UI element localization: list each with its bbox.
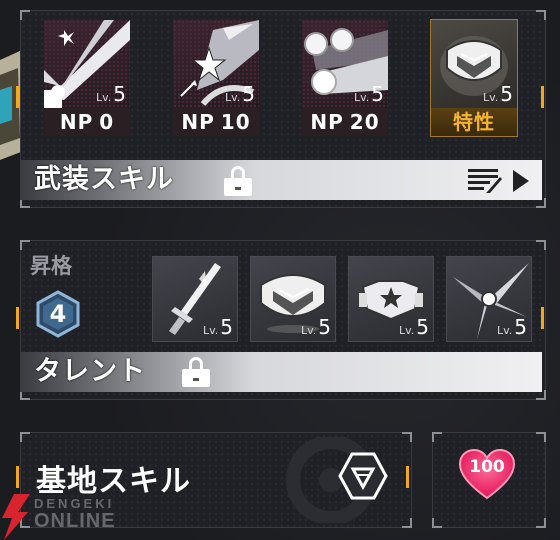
skill-level: Lv. 5 [353,82,384,106]
panel-left-marker [16,86,19,108]
panel-right-marker [541,86,544,108]
talent-card[interactable]: Lv. 5 [152,256,238,342]
affection-value: 100 [469,457,505,477]
trait-label: 特性 [431,108,517,136]
weapon-skill-card-np20[interactable]: Lv. 5 NP 20 [302,20,388,136]
rank-value: 4 [49,300,67,328]
rank-badge: 4 [34,290,82,338]
talent-card[interactable]: Lv. 5 [446,256,532,342]
skill-cost: NP 10 [173,108,259,136]
talent-header[interactable]: タレント [20,352,542,392]
base-emblem-icon[interactable] [338,452,388,500]
talent-level: Lv. 5 [300,315,331,339]
panel-right-marker [406,466,409,488]
weapon-skills-title: 武装スキル [34,164,174,195]
talent-level: Lv. 5 [496,315,527,339]
watermark-logo: DENGEKI ONLINE [0,492,130,540]
weapon-skills-header[interactable]: 武装スキル [20,160,542,200]
weapon-skill-card-trait[interactable]: Lv. 5 特性 [430,19,518,137]
panel-right-marker [541,307,544,329]
weapon-skill-card-np10[interactable]: Lv. 5 NP 10 [173,20,259,136]
talent-level: Lv. 5 [398,315,429,339]
lightning-logo-icon [2,494,30,540]
lock-icon [224,166,252,196]
panel-left-marker [16,466,19,488]
skill-level: Lv. 5 [95,82,126,106]
lock-icon [182,357,210,387]
skill-cost: NP 20 [302,108,388,136]
skill-cost: NP 0 [44,108,130,136]
panel-left-marker [16,307,19,329]
skill-level: Lv. 5 [482,82,513,106]
arrow-right-icon[interactable] [513,170,529,192]
talent-title: タレント [34,356,146,387]
rank-label: 昇格 [30,254,72,278]
list-edit-icon[interactable] [468,169,502,193]
skill-level: Lv. 5 [224,82,255,106]
talent-card[interactable]: Lv. 5 [250,256,336,342]
weapon-skill-card-np0[interactable]: Lv. 5 NP 0 [44,20,130,136]
talent-level: Lv. 5 [202,315,233,339]
talent-card[interactable]: Lv. 5 [348,256,434,342]
